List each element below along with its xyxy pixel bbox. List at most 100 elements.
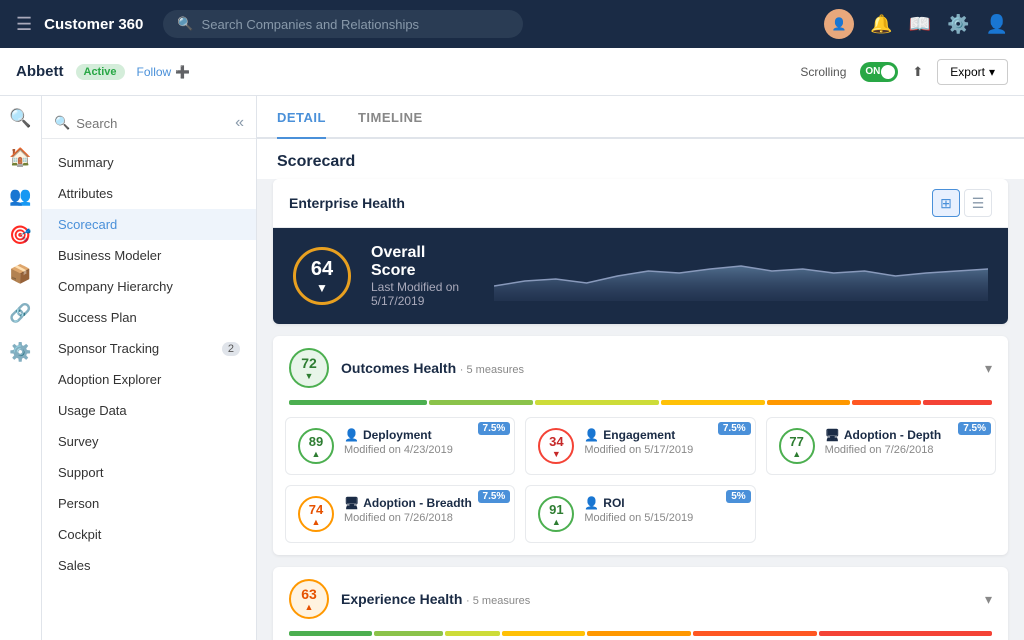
book-icon[interactable]: 📖 — [909, 14, 931, 35]
overall-score-modified: Last Modified on 5/17/2019 — [371, 280, 474, 308]
overall-score-circle: 64 ▼ — [293, 247, 351, 305]
outcomes-score-arrow: ▼ — [305, 371, 314, 381]
scrolling-toggle[interactable]: ON — [860, 62, 898, 82]
scrolling-label: Scrolling — [800, 65, 846, 79]
outcomes-health-header[interactable]: 72 ▼ Outcomes Health · 5 measures ▾ — [273, 336, 1008, 400]
sidebar-target-icon[interactable]: 🎯 — [9, 225, 31, 246]
nav-item-usage-data[interactable]: Usage Data — [42, 395, 256, 426]
outcomes-score-circle: 72 ▼ — [289, 348, 329, 388]
right-controls: Scrolling ON ⬆ Export ▾ — [800, 59, 1008, 85]
grid-view-icon[interactable]: ⊞ — [932, 189, 960, 217]
adoption-breadth-modified: Modified on 7/26/2018 — [344, 512, 502, 524]
experience-score-value: 63 — [301, 586, 317, 602]
person-icon-2: 👤 — [584, 428, 599, 442]
nav-item-business-modeler[interactable]: Business Modeler — [42, 240, 256, 271]
bell-icon[interactable]: 🔔 — [870, 14, 892, 35]
sidebar-search-icon[interactable]: 🔍 — [9, 108, 31, 129]
outcomes-health-section: 72 ▼ Outcomes Health · 5 measures ▾ — [273, 336, 1008, 555]
global-search[interactable]: 🔍 — [163, 10, 523, 38]
avatar[interactable]: 👤 — [824, 9, 854, 39]
outcomes-progress-bar — [273, 400, 1008, 417]
nav-item-scorecard[interactable]: Scorecard — [42, 209, 256, 240]
experience-health-title: Experience Health — [341, 591, 462, 607]
engagement-badge: 7.5% — [718, 422, 751, 435]
outcomes-health-title: Outcomes Health — [341, 360, 456, 376]
monitor-icon: 🖥 — [825, 428, 840, 442]
icon-sidebar: 🔍 🏠 👥 🎯 📦 🔗 ⚙️ — [0, 96, 42, 640]
deployment-score: 89 ▲ — [298, 428, 334, 464]
collapse-nav-icon[interactable]: « — [235, 114, 244, 132]
person-icon-3: 👤 — [584, 496, 599, 510]
sidebar-gear-icon[interactable]: ⚙️ — [9, 342, 31, 363]
list-view-icon[interactable]: ☰ — [964, 189, 992, 217]
status-badge: Active — [76, 64, 125, 80]
user-avatar[interactable]: 👤 — [824, 9, 854, 39]
score-chart — [494, 251, 988, 301]
overall-score-label: Overall Score — [371, 244, 474, 280]
roi-score: 91 ▲ — [538, 496, 574, 532]
experience-header-left: 63 ▲ Experience Health · 5 measures — [289, 579, 530, 619]
tab-timeline[interactable]: TIMELINE — [358, 96, 423, 137]
nav-item-adoption-explorer[interactable]: Adoption Explorer — [42, 364, 256, 395]
nav-item-cockpit[interactable]: Cockpit — [42, 519, 256, 550]
nav-item-attributes[interactable]: Attributes — [42, 178, 256, 209]
sidebar-people-icon[interactable]: 👥 — [9, 186, 31, 207]
nav-item-summary[interactable]: Summary — [42, 147, 256, 178]
overall-score-value: 64 — [311, 258, 333, 281]
experience-score-arrow: ▲ — [305, 602, 314, 612]
scorecard-title: Scorecard — [257, 139, 1024, 179]
enterprise-health-section: Enterprise Health ⊞ ☰ 64 ▼ Overall Score… — [273, 179, 1008, 324]
experience-collapse-icon[interactable]: ▾ — [985, 591, 992, 608]
sidebar-home-icon[interactable]: 🏠 — [9, 147, 31, 168]
left-nav: 🔍 « Summary Attributes Scorecard Busines… — [42, 96, 257, 640]
nav-item-company-hierarchy[interactable]: Company Hierarchy — [42, 271, 256, 302]
follow-button[interactable]: Follow ➕ — [137, 65, 191, 79]
deployment-badge: 7.5% — [478, 422, 511, 435]
adoption-depth-score: 77 ▲ — [779, 428, 815, 464]
outcomes-metric-cards: 89 ▲ 👤 Deployment Modified on 4/23/2019 … — [273, 417, 1008, 555]
deployment-modified: Modified on 4/23/2019 — [344, 444, 502, 456]
tabs-bar: DETAIL TIMELINE — [257, 96, 1024, 139]
outcomes-collapse-icon[interactable]: ▾ — [985, 360, 992, 377]
roi-badge: 5% — [726, 490, 750, 503]
experience-health-section: 63 ▲ Experience Health · 5 measures ▾ — [273, 567, 1008, 640]
sidebar-box-icon[interactable]: 📦 — [9, 264, 31, 285]
enterprise-health-title: Enterprise Health — [289, 195, 405, 211]
overall-score-info: Overall Score Last Modified on 5/17/2019 — [371, 244, 474, 308]
adoption-depth-modified: Modified on 7/26/2018 — [825, 444, 983, 456]
toggle-switch[interactable]: ON — [860, 62, 898, 82]
view-icons: ⊞ ☰ — [932, 189, 992, 217]
nav-search-wrap: 🔍 « — [42, 108, 256, 139]
tab-detail[interactable]: DETAIL — [277, 96, 326, 139]
content-area: DETAIL TIMELINE Scorecard Enterprise Hea… — [257, 96, 1024, 640]
nav-search-input[interactable] — [76, 116, 229, 131]
menu-icon[interactable]: ☰ — [16, 14, 32, 35]
experience-health-header[interactable]: 63 ▲ Experience Health · 5 measures ▾ — [273, 567, 1008, 631]
outcomes-header-left: 72 ▼ Outcomes Health · 5 measures — [289, 348, 524, 388]
adoption-breadth-badge: 7.5% — [478, 490, 511, 503]
enterprise-header: Enterprise Health ⊞ ☰ — [273, 179, 1008, 228]
roi-info: 👤 ROI Modified on 5/15/2019 — [584, 496, 742, 524]
metric-card-deployment: 89 ▲ 👤 Deployment Modified on 4/23/2019 … — [285, 417, 515, 475]
roi-modified: Modified on 5/15/2019 — [584, 512, 742, 524]
export-button[interactable]: Export ▾ — [937, 59, 1008, 85]
plus-icon: ➕ — [175, 65, 190, 79]
user-icon[interactable]: 👤 — [986, 14, 1008, 35]
share-icon[interactable]: ⬆ — [912, 64, 923, 80]
nav-item-success-plan[interactable]: Success Plan — [42, 302, 256, 333]
experience-title-wrap: Experience Health · 5 measures — [341, 591, 530, 607]
metric-card-engagement: 34 ▼ 👤 Engagement Modified on 5/17/2019 … — [525, 417, 755, 475]
main-layout: 🔍 🏠 👥 🎯 📦 🔗 ⚙️ 🔍 « Summary Attributes Sc… — [0, 96, 1024, 640]
nav-item-person[interactable]: Person — [42, 488, 256, 519]
global-search-input[interactable] — [202, 17, 510, 32]
nav-item-support[interactable]: Support — [42, 457, 256, 488]
app-title: Customer 360 — [44, 16, 143, 33]
settings-icon[interactable]: ⚙️ — [947, 14, 969, 35]
nav-item-survey[interactable]: Survey — [42, 426, 256, 457]
sub-nav: Abbett Active Follow ➕ Scrolling ON ⬆ Ex… — [0, 48, 1024, 96]
sponsor-tracking-badge: 2 — [222, 342, 240, 356]
sidebar-network-icon[interactable]: 🔗 — [9, 303, 31, 324]
nav-item-sales[interactable]: Sales — [42, 550, 256, 581]
top-nav: ☰ Customer 360 🔍 👤 🔔 📖 ⚙️ 👤 — [0, 0, 1024, 48]
nav-item-sponsor-tracking[interactable]: Sponsor Tracking 2 — [42, 333, 256, 364]
